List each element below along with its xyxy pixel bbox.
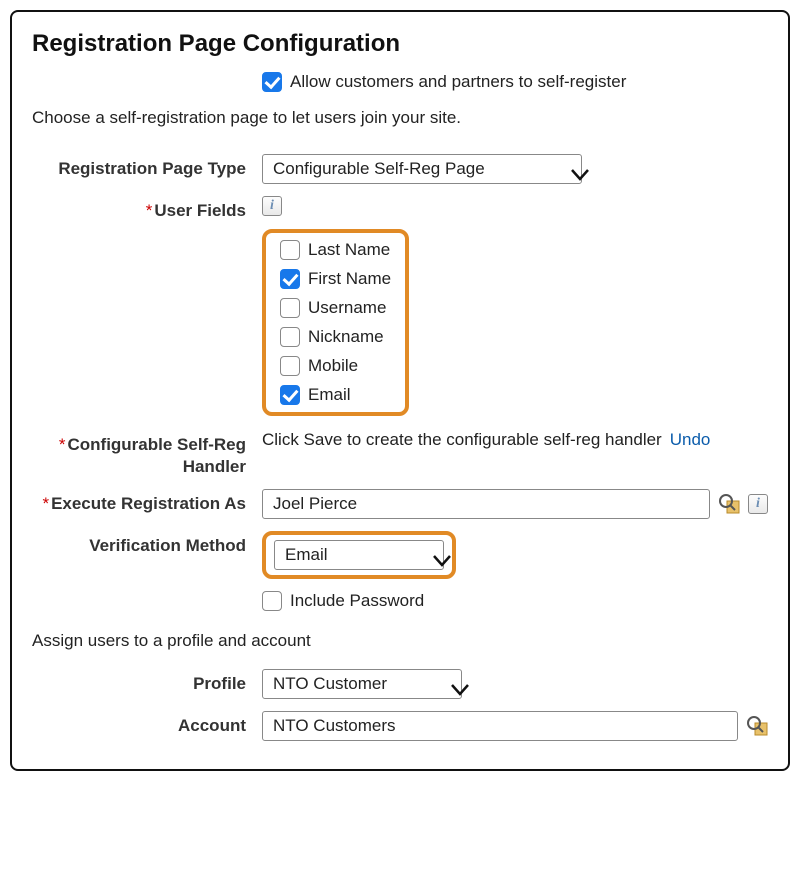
execute-as-input[interactable]: Joel Pierce xyxy=(262,489,710,519)
verification-method-select[interactable]: Email xyxy=(274,540,444,570)
account-input[interactable]: NTO Customers xyxy=(262,711,738,741)
info-icon[interactable]: i xyxy=(262,196,282,216)
user-field-label: Nickname xyxy=(308,327,384,347)
row-profile: Profile NTO Customer xyxy=(32,669,768,699)
user-field-email: Email xyxy=(280,385,391,405)
allow-self-register-label: Allow customers and partners to self-reg… xyxy=(290,72,626,92)
user-field-label: Email xyxy=(308,385,351,405)
row-execute-as: *Execute Registration As Joel Pierce i xyxy=(32,489,768,519)
include-password-label: Include Password xyxy=(290,591,424,611)
verification-method-value: Email xyxy=(285,545,328,565)
user-fields-highlight: Last Name First Name Username Nickname xyxy=(262,229,409,416)
execute-as-value: Joel Pierce xyxy=(273,494,357,514)
registration-page-type-select[interactable]: Configurable Self-Reg Page xyxy=(262,154,582,184)
include-password-row: Include Password xyxy=(262,591,424,611)
instruction-text: Choose a self-registration page to let u… xyxy=(32,108,768,128)
label-profile: Profile xyxy=(32,669,262,694)
user-field-last-name: Last Name xyxy=(280,240,391,260)
checkbox-nickname[interactable] xyxy=(280,327,300,347)
user-field-username: Username xyxy=(280,298,391,318)
user-field-label: Mobile xyxy=(308,356,358,376)
row-include-password: Include Password xyxy=(32,591,768,611)
user-fields-list: Last Name First Name Username Nickname xyxy=(280,240,391,405)
lookup-icon[interactable] xyxy=(746,715,768,737)
user-field-mobile: Mobile xyxy=(280,356,391,376)
user-field-label: Last Name xyxy=(308,240,390,260)
verification-highlight: Email xyxy=(262,531,456,579)
info-icon[interactable]: i xyxy=(748,494,768,514)
undo-link[interactable]: Undo xyxy=(670,430,711,450)
user-field-label: First Name xyxy=(308,269,391,289)
row-account: Account NTO Customers xyxy=(32,711,768,741)
profile-select[interactable]: NTO Customer xyxy=(262,669,462,699)
lookup-icon[interactable] xyxy=(718,493,740,515)
registration-page-type-value: Configurable Self-Reg Page xyxy=(273,159,485,179)
handler-message: Click Save to create the configurable se… xyxy=(262,430,662,450)
allow-self-register-checkbox[interactable] xyxy=(262,72,282,92)
label-account: Account xyxy=(32,711,262,736)
checkbox-username[interactable] xyxy=(280,298,300,318)
checkbox-last-name[interactable] xyxy=(280,240,300,260)
profile-value: NTO Customer xyxy=(273,674,387,694)
label-verification: Verification Method xyxy=(32,531,262,556)
user-field-nickname: Nickname xyxy=(280,327,391,347)
allow-self-register-row: Allow customers and partners to self-reg… xyxy=(262,72,768,92)
row-user-fields-options: Last Name First Name Username Nickname xyxy=(32,229,768,416)
row-user-fields: *User Fields i xyxy=(32,196,768,221)
row-handler: *Configurable Self-Reg Handler Click Sav… xyxy=(32,430,768,477)
checkbox-email[interactable] xyxy=(280,385,300,405)
checkbox-mobile[interactable] xyxy=(280,356,300,376)
include-password-checkbox[interactable] xyxy=(262,591,282,611)
label-user-fields: *User Fields xyxy=(32,196,262,221)
label-handler: *Configurable Self-Reg Handler xyxy=(32,430,262,477)
label-registration-page-type: Registration Page Type xyxy=(32,154,262,179)
checkbox-first-name[interactable] xyxy=(280,269,300,289)
assign-heading: Assign users to a profile and account xyxy=(32,631,768,651)
user-field-label: Username xyxy=(308,298,386,318)
account-value: NTO Customers xyxy=(273,716,396,736)
row-registration-page-type: Registration Page Type Configurable Self… xyxy=(32,154,768,184)
label-execute-as: *Execute Registration As xyxy=(32,489,262,514)
user-field-first-name: First Name xyxy=(280,269,391,289)
row-verification: Verification Method Email xyxy=(32,531,768,579)
registration-config-panel: Registration Page Configuration Allow cu… xyxy=(10,10,790,771)
page-title: Registration Page Configuration xyxy=(32,30,768,58)
